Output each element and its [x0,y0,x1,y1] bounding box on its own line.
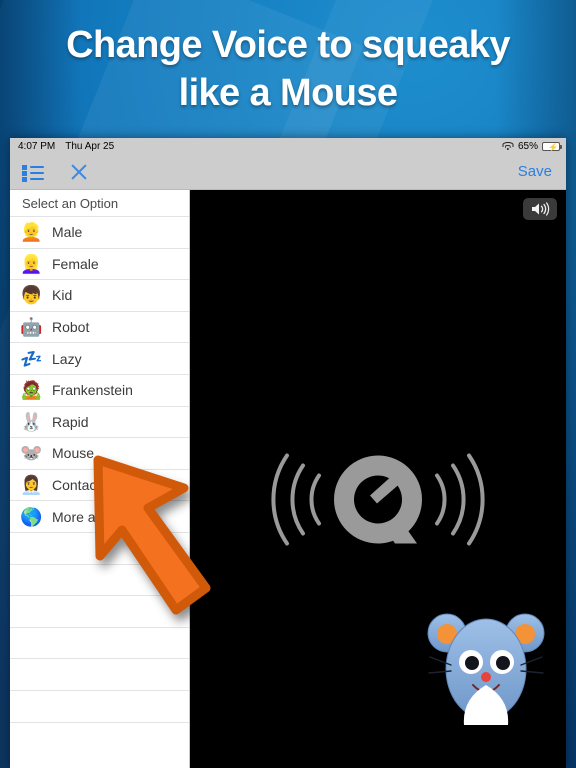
bulleted-list-icon[interactable] [22,164,44,182]
option-row-label: Rapid [52,413,89,430]
option-row-empty [10,689,189,722]
status-date: Thu Apr 25 [65,140,115,152]
promo-headline: Change Voice to squeaky like a Mouse [0,22,576,117]
app-toolbar: Save [10,154,566,190]
female-avatar-icon: 👱‍♀️ [20,253,43,274]
status-bar-right: 65% ⚡ [502,140,562,152]
option-row-empty [10,595,189,627]
option-row-label: Lazy [52,350,82,367]
app-body: Select an Option 👱 Male 👱‍♀️ Female 👦 Kid 🤖 Rob… [10,190,566,768]
speaker-volume-icon[interactable] [523,198,557,220]
headline-line-2: like a Mouse [178,71,398,114]
option-row-empty [10,658,189,690]
option-row-rapid[interactable]: 🐰 Rapid [10,405,189,438]
option-row-kid[interactable]: 👦 Kid [10,279,189,311]
globe-icon: 🌎 [20,506,43,527]
status-bar: 4:07 PM Thu Apr 25 65% ⚡ [10,138,566,154]
headline-line-1: Change Voice to squeaky [66,24,510,66]
mouse-character [426,607,546,730]
option-row-label: Frankenstein [52,382,133,399]
status-time: 4:07 PM [18,140,56,152]
option-rows: 👱 Male 👱‍♀️ Female 👦 Kid 🤖 Robot 💤 Lazy 🧟 Frankenst… [10,216,189,753]
option-row-male[interactable]: 👱 Male [10,216,189,248]
option-row-label: Female [52,255,99,272]
option-row-lazy[interactable]: 💤 Lazy [10,342,189,374]
sleep-zzz-icon: 💤 [20,348,43,369]
rabbit-icon: 🐰 [20,411,43,432]
option-row-label: Male [52,224,83,241]
option-row-frankenstein[interactable]: 🧟 Frankenstein [10,373,189,406]
status-bar-left: 4:07 PM Thu Apr 25 [18,141,114,152]
option-row-contact[interactable]: 👩‍💼 Contact [10,468,189,501]
option-list-title: Select an Option [22,195,119,211]
option-row-robot[interactable]: 🤖 Robot [10,310,189,343]
save-button[interactable]: Save [518,163,552,180]
option-row-mouse[interactable]: 🐭 Mouse [10,437,189,469]
option-list: Select an Option 👱 Male 👱‍♀️ Female 👦 Kid 🤖 Rob… [10,190,190,768]
option-row-more-apps[interactable]: 🌎 More apps [10,500,189,532]
option-row-empty [10,721,189,754]
frankenstein-icon: 🧟 [20,380,43,401]
battery-percent-label: 65% [517,140,538,152]
option-row-empty [10,563,189,596]
option-row-label: Contact [52,477,101,494]
option-row-label: Mouse [52,445,95,462]
option-row-label: More apps [52,508,119,525]
robot-icon: 🤖 [20,317,43,338]
quicktime-logo [253,440,503,565]
option-row-female[interactable]: 👱‍♀️ Female [10,247,189,280]
battery-icon: ⚡ [542,141,562,152]
close-x-icon[interactable] [70,163,88,181]
wifi-icon [502,141,514,151]
mouse-icon: 🐭 [20,443,43,464]
option-row-label: Kid [52,287,73,304]
option-row-empty [10,531,189,564]
device-screenshot: 4:07 PM Thu Apr 25 65% ⚡ Save Select an [10,138,566,768]
video-preview-pane[interactable] [190,190,566,768]
contact-support-icon: 👩‍💼 [20,475,43,496]
male-avatar-icon: 👱 [20,222,43,243]
option-row-label: Robot [52,319,90,336]
kid-avatar-icon: 👦 [20,285,43,306]
option-row-empty [10,626,189,659]
